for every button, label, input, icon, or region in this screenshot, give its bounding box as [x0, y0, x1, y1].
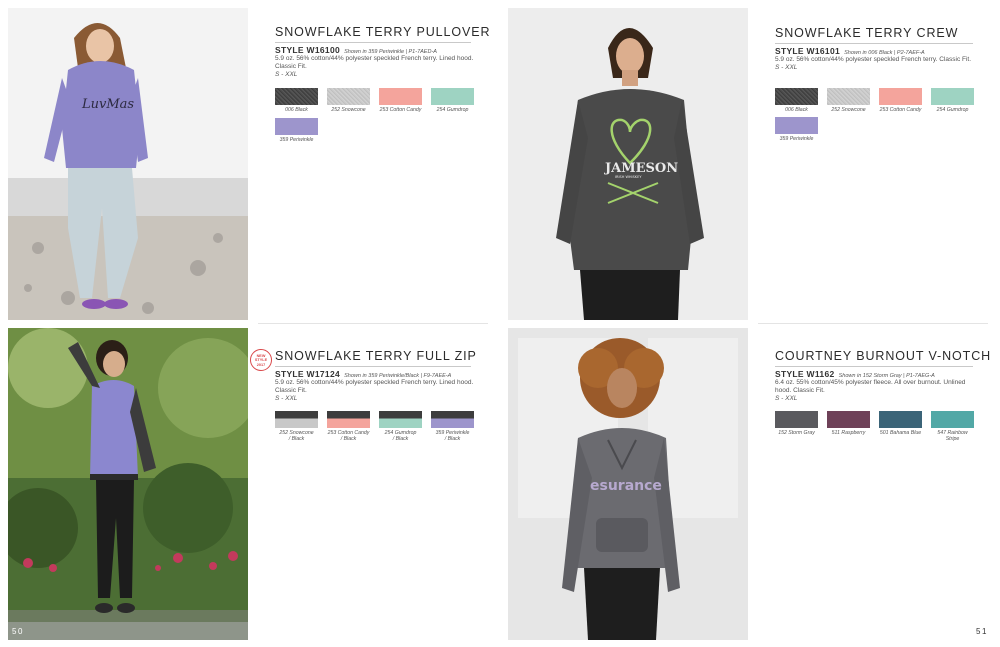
size-range: S - XXL [275, 395, 298, 403]
vnotch-print-text: esurance [590, 478, 662, 494]
color-swatch[interactable]: 252 Snowcone [827, 88, 870, 113]
style-code: STYLE W16101 [775, 46, 841, 56]
swatch-chip [275, 411, 318, 428]
pullover-model-photo: LuvMas [8, 8, 248, 320]
size-range: S - XXL [775, 395, 798, 403]
swatch-label: 254 Gumdrop [936, 107, 969, 113]
swatch-label: 254 Gumdrop [436, 107, 469, 113]
color-swatch[interactable]: 254 Gumdrop / Black [379, 411, 422, 442]
color-swatch[interactable]: 006 Black [775, 88, 818, 113]
swatch-label: 359 Periwinkle [279, 137, 314, 143]
section-divider [758, 323, 988, 324]
new-style-badge: NEW STYLE 2017 [250, 349, 272, 371]
product-description: 6.4 oz. 55% cotton/45% polyester fleece.… [775, 379, 966, 395]
swatch-chip [827, 411, 870, 428]
color-swatch[interactable]: 253 Cotton Candy [379, 88, 422, 113]
product-title: SNOWFLAKE TERRY PULLOVER [275, 25, 490, 43]
product-description: 5.9 oz. 56% cotton/44% polyester speckle… [275, 379, 474, 395]
swatch-label: 547 Rainbow Stripe [937, 430, 968, 442]
crew-model-photo: JAMESON IRISH WHISKEY [508, 8, 748, 320]
swatch-label: 359 Periwinkle / Black [435, 430, 470, 442]
swatch-chip [879, 88, 922, 105]
color-swatch[interactable]: 501 Bahama Blue [879, 411, 922, 436]
color-swatch[interactable]: 006 Black [275, 88, 318, 113]
swatch-label: 252 Snowcone [831, 107, 866, 113]
swatch-chip [775, 117, 818, 134]
vnotch-model-photo: esurance [508, 328, 748, 640]
product-description: 5.9 oz. 56% cotton/44% polyester speckle… [775, 56, 972, 63]
crew-print-text: JAMESON [604, 161, 678, 176]
size-range: S - XXL [775, 64, 798, 72]
swatch-chip [827, 88, 870, 105]
swatch-label: 252 Snowcone / Black [279, 430, 314, 442]
swatch-chip [931, 88, 974, 105]
swatch-chip [775, 88, 818, 105]
product-vnotch: COURTNEY BURNOUT V-NOTCH STYLE W1162 Sho… [775, 349, 990, 404]
style-code: STYLE W16100 [275, 45, 341, 55]
swatch-label: 253 Cotton Candy / Black [327, 430, 370, 442]
color-swatch[interactable]: 253 Cotton Candy [879, 88, 922, 113]
color-swatch[interactable]: 359 Periwinkle [775, 117, 818, 142]
style-code: STYLE W17124 [275, 369, 341, 379]
color-swatch[interactable]: 252 Snowcone [327, 88, 370, 113]
size-range: S - XXL [275, 71, 298, 79]
swatch-label: 253 Cotton Candy [879, 107, 922, 113]
product-title: SNOWFLAKE TERRY CREW [775, 26, 973, 44]
swatch-label: 359 Periwinkle [779, 136, 814, 142]
swatch-chip [431, 88, 474, 105]
style-code: STYLE W1162 [775, 369, 835, 379]
swatch-chip [379, 88, 422, 105]
swatch-label: 253 Cotton Candy [379, 107, 422, 113]
swatch-label: 254 Gumdrop / Black [384, 430, 417, 442]
swatch-chip [775, 411, 818, 428]
swatch-chip [879, 411, 922, 428]
swatch-label: 501 Bahama Blue [879, 430, 922, 436]
color-swatch[interactable]: 359 Periwinkle / Black [431, 411, 474, 442]
product-title: SNOWFLAKE TERRY FULL ZIP [275, 349, 476, 367]
page-number-right: 51 [976, 627, 988, 636]
page-number-left: 50 [12, 627, 24, 636]
product-description: 5.9 oz. 56% cotton/44% polyester speckle… [275, 55, 474, 71]
color-swatch[interactable]: 254 Gumdrop [931, 88, 974, 113]
swatch-label: 511 Raspberry [831, 430, 866, 436]
swatch-chip [379, 411, 422, 428]
product-title: COURTNEY BURNOUT V-NOTCH [775, 349, 990, 367]
color-swatch[interactable]: 252 Snowcone / Black [275, 411, 318, 442]
swatch-label: 152 Storm Gray [778, 430, 815, 436]
color-swatch[interactable]: 253 Cotton Candy / Black [327, 411, 370, 442]
fullzip-model-photo [8, 328, 248, 640]
crew-print-subtext: IRISH WHISKEY [615, 175, 642, 179]
swatch-chip [327, 88, 370, 105]
swatch-label: 006 Black [285, 107, 308, 113]
section-divider [258, 323, 488, 324]
swatch-chip [275, 88, 318, 105]
swatch-chip [931, 411, 974, 428]
color-swatch[interactable]: 152 Storm Gray [775, 411, 818, 436]
product-crew: SNOWFLAKE TERRY CREW STYLE W16101 Shown … [775, 26, 973, 72]
swatch-chip [327, 411, 370, 428]
swatch-label: 252 Snowcone [331, 107, 366, 113]
color-swatch[interactable]: 254 Gumdrop [431, 88, 474, 113]
color-swatch[interactable]: 511 Raspberry [827, 411, 870, 436]
color-swatch[interactable]: 359 Periwinkle [275, 118, 318, 143]
pullover-print-text: LuvMas [81, 97, 134, 112]
swatch-chip [275, 118, 318, 135]
product-pullover: SNOWFLAKE TERRY PULLOVER STYLE W16100 Sh… [275, 25, 490, 80]
color-swatch[interactable]: 547 Rainbow Stripe [931, 411, 974, 442]
swatch-label: 006 Black [785, 107, 808, 113]
product-fullzip: SNOWFLAKE TERRY FULL ZIP STYLE W17124 Sh… [275, 349, 476, 404]
swatch-chip [431, 411, 474, 428]
